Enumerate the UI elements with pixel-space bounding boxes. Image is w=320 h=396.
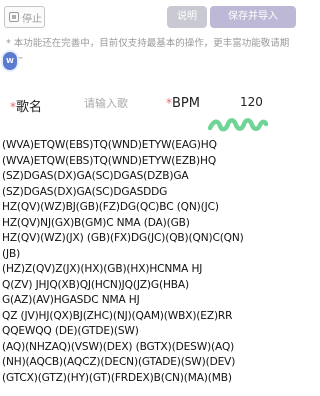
score-line: QQEWQQ (DE)(GTDE)(SW)	[2, 325, 139, 337]
floating-app-icon[interactable]: W	[1, 50, 19, 72]
bpm-label-text: BPM	[172, 96, 200, 111]
score-line: HZ(QV)NJ(GX)B(GM)C NMA (DA)(GB)	[2, 216, 190, 229]
bpm-label: *BPM	[166, 96, 200, 111]
score-line: (JB)	[2, 247, 21, 260]
score-line: (WVA)ETQW(EBS)TQ(WND)ETYW(EAG)HQ	[2, 139, 217, 151]
score-line: (NH)(AQCB)(AQCZ)(DECN)(GTADE)(SW)(DEV)	[2, 356, 236, 368]
score-line: G(AZ)(AV)HGASDC NMA HJ	[2, 294, 140, 306]
feature-notice: * 本功能还在完善中，目前仅支持最基本的操作，更丰富功能敬请期待~	[6, 38, 290, 64]
stop-button[interactable]: 停止	[4, 6, 45, 28]
save-and-import-button[interactable]: 保存并导入	[210, 6, 296, 28]
song-name-input[interactable]	[84, 94, 142, 112]
bpm-value[interactable]: 120	[240, 95, 263, 109]
explain-button[interactable]: 说明	[167, 6, 207, 28]
score-line: (SZ)DGAS(DX)GA(SC)DGASDDG	[2, 185, 168, 198]
score-line: QZ (JV)HJ(QX)BJ(ZHC)(NJ)(QAM)(WBX)(EZ)RR	[2, 309, 233, 322]
score-line: (SZ)DGAS(DX)GA(SC)DGAS(DZB)GA	[2, 170, 189, 182]
score-line: (WVA)ETQW(EBS)TQ(WND)ETYW(EZB)HQ	[2, 154, 217, 167]
score-line: Q(ZV) JHJQ(XB)QJ(HCN)JQ(JZ)G(HBA)	[2, 278, 189, 291]
score-line: HZ(QV)(WZ)(JX) (GB)(FX)DG(JC)(QB)(QN)C(Q…	[2, 232, 244, 244]
stop-icon	[9, 12, 19, 22]
toolbar: 停止 说明 保存并导入	[4, 6, 296, 30]
green-squiggle-mark	[208, 118, 268, 132]
song-editor-page: 停止 说明 保存并导入 * 本功能还在完善中，目前仅支持最基本的操作，更丰富功能…	[0, 0, 300, 396]
stop-button-label: 停止	[22, 13, 42, 25]
score-line: HZ(QV)(WZ)BJ(GB)(FZ)DG(QC)BC (QN)(JC)	[2, 201, 219, 213]
score-text-area[interactable]: (WVA)ETQW(EBS)TQ(WND)ETYW(EAG)HQ (WVA)ETQ…	[2, 138, 300, 386]
app-badge-letter: W	[6, 57, 14, 65]
score-line: (HZ)Z(QV)Z(JX)(HX)(GB)(HX)HCNMA HJ	[2, 263, 203, 275]
score-line: (GTCX)(GTZ)(HY)(GT)(FRDEX)B(CN)(MA)(MB)	[2, 371, 232, 384]
score-line: (AQ)(NHZAQ)(VSW)(DEX) (BGTX)(DESW)(AQ)	[2, 340, 235, 353]
song-name-label-text: 歌名	[16, 100, 43, 115]
song-name-label: *歌名	[10, 96, 42, 115]
